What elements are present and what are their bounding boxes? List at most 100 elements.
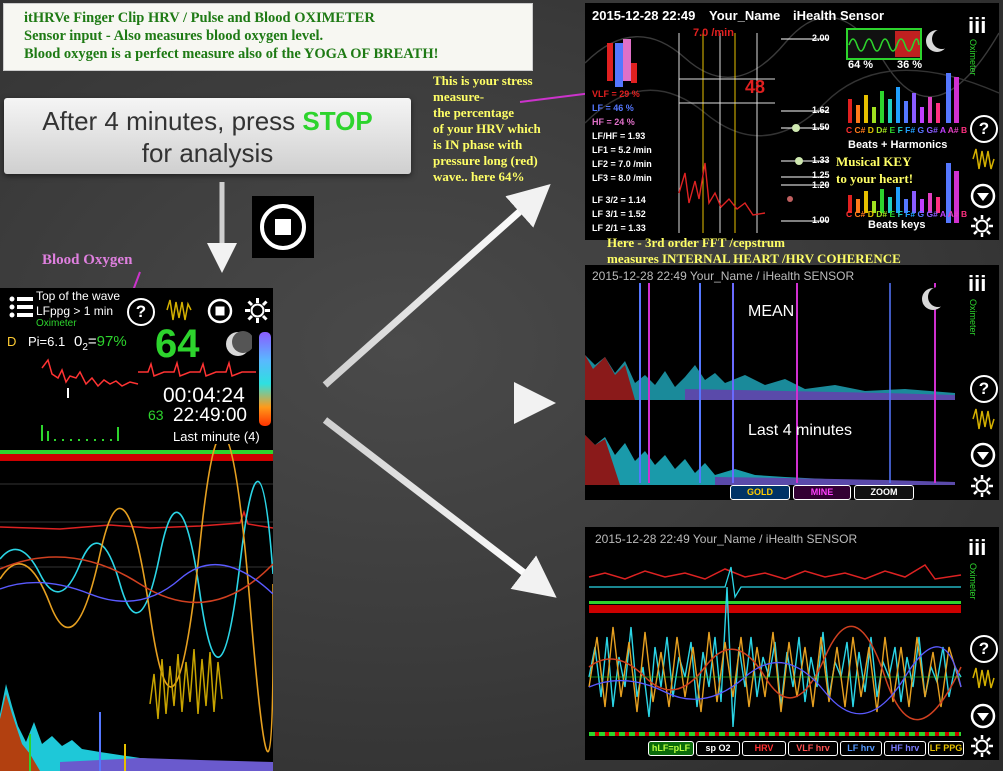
p1-menu-button[interactable]: iii [968,13,986,39]
p1-waveform-icon[interactable] [971,146,995,172]
p3-legend-lfppg[interactable]: LF PPG [928,741,964,756]
p1-scale-125: 1.25 [812,170,830,180]
p1-dropdown-icon[interactable] [970,183,996,209]
moon-icon [226,331,252,356]
p1-settings-gear-icon[interactable] [970,214,994,238]
p1-beats-keys: Beats keys [868,219,926,231]
arrow-to-panel-1 [322,184,551,388]
hrv-analysis-panel: 2015-12-28 22:49 Your_Name iHealth Senso… [585,3,999,240]
p1-sensor: iHealth Sensor [793,8,885,23]
menu-icon[interactable] [9,296,33,323]
note-ds: D# [876,125,888,135]
note-fs-2: F# [905,209,916,219]
p2-waveform-icon[interactable] [971,406,995,432]
p1-note-row-top: C C# D D# E F F# G G# A A# B [846,125,967,135]
p3-help-icon[interactable]: ? [970,635,998,663]
p1-scale-150: 1.50 [812,122,830,132]
p1-big-value: 48 [745,77,766,97]
average-rate: 63 [148,407,164,423]
p1-help-icon[interactable]: ? [970,115,998,143]
oximeter-label: Oximeter [36,318,77,329]
note-d: D [867,125,874,135]
p1-lf21: LF 2/1 = 1.33 [592,223,646,233]
settings-gear-icon[interactable] [244,297,271,324]
p3-oximeter-label: Oximeter [968,563,978,600]
p3-legend-hf[interactable]: HF hrv [884,741,926,756]
note-b: B [960,125,968,135]
note-d-2: D [867,209,874,219]
note-b-2: B [960,209,968,219]
p3-dropdown-icon[interactable] [970,703,996,729]
pulse-trace [138,360,256,378]
musical-key-note-1: Musical KEY [836,154,912,169]
lfppg-label: LFppg > 1 min [36,304,114,318]
waveforms-panel: 2015-12-28 22:49 Your_Name / iHealth SEN… [585,527,999,760]
arrow-to-panel-3 [322,417,557,598]
p3-legend-hrv[interactable]: HRV [742,741,786,756]
p2-gold-button[interactable]: GOLD [730,485,790,500]
p2-menu-button[interactable]: iii [968,271,986,297]
p1-lf1: LF1 = 5.2 /min [592,145,652,155]
fft-note-1: Here - 3rd order FFT /cepstrum [607,235,785,250]
p2-dropdown-icon[interactable] [970,442,996,468]
pi-value: Pi=6.1 [28,334,66,349]
p1-scale-120: 1.20 [812,180,830,190]
p1-scale-133: 1.33 [812,155,830,165]
p3-legend-spo2[interactable]: sp O2 [696,741,740,756]
stress-note-7: wave.. here 64% [433,169,525,184]
hrv-analysis-graphics [585,16,999,233]
note-g: G [917,125,925,135]
note-f: F [897,125,903,135]
live-monitor-panel: Top of the wave LFppg > 1 min Oximeter ?… [0,288,273,771]
p3-header: 2015-12-28 22:49 Your_Name / iHealth SEN… [595,532,858,546]
p2-help-icon[interactable]: ? [970,375,998,403]
p2-oximeter-label: Oximeter [968,299,978,336]
live-waveform-chart [0,444,273,771]
p1-note-row-bottom: C C# D D# E F F# G G# A A# B [846,209,967,219]
note-a: A [939,125,946,135]
note-as-2: A# [947,209,959,219]
stress-note-3: the percentage [433,105,514,120]
p1-pct-right: 36 % [897,59,923,71]
stress-note-5: is IN phase with [433,137,523,152]
stress-note-2: measure- [433,89,485,104]
top-of-wave-label: Top of the wave [36,289,121,303]
p3-menu-button[interactable]: iii [968,535,986,561]
p1-rate: 7.0 /min [693,27,734,39]
p3-waveform-icon[interactable] [971,665,995,691]
p1-lf2: LF2 = 7.0 /min [592,159,652,169]
p2-zoom-button[interactable]: ZOOM [854,485,914,500]
blood-oxygen-note: Blood Oxygen [42,252,133,268]
note-gs-2: G# [926,209,938,219]
note-e: E [889,125,896,135]
p2-last4-label: Last 4 minutes [748,422,853,439]
p3-legend-lf[interactable]: LF hrv [840,741,882,756]
p1-hf: HF = 24 % [592,117,635,127]
note-gs: G# [926,125,938,135]
help-icon[interactable]: ? [127,298,155,326]
note-as: A# [947,125,959,135]
waveforms-graphics [588,564,962,736]
p2-mean-label: MEAN [748,303,795,320]
p1-lf32: LF 3/2 = 1.14 [592,195,646,205]
note-c-2: C [846,209,853,219]
p1-pct-left: 64 % [848,59,874,71]
note-a-2: A [939,209,946,219]
stress-note-1: This is your stress [433,73,533,88]
waveform-icon[interactable] [165,296,193,324]
note-cs-2: C# [854,209,866,219]
p2-settings-gear-icon[interactable] [970,474,994,498]
stop-icon-small[interactable] [207,298,233,324]
p1-vlf: VLF = 29 % [592,89,640,99]
coherence-graphics [585,283,955,485]
p2-header: 2015-12-28 22:49 Your_Name / iHealth SEN… [592,269,855,283]
p3-settings-gear-icon[interactable] [970,734,994,758]
rr-trace [41,358,139,398]
p3-legend-hlf[interactable]: hLF=pLF [648,741,694,756]
p2-mine-button[interactable]: MINE [793,485,851,500]
p3-legend-vlf[interactable]: VLF hrv [788,741,838,756]
p1-scale-200: 2.00 [812,33,830,43]
coherence-panel: 2015-12-28 22:49 Your_Name / iHealth SEN… [585,265,999,500]
musical-key-note-2: to your heart! [836,171,914,186]
stress-note-4: of your HRV which [433,121,541,136]
